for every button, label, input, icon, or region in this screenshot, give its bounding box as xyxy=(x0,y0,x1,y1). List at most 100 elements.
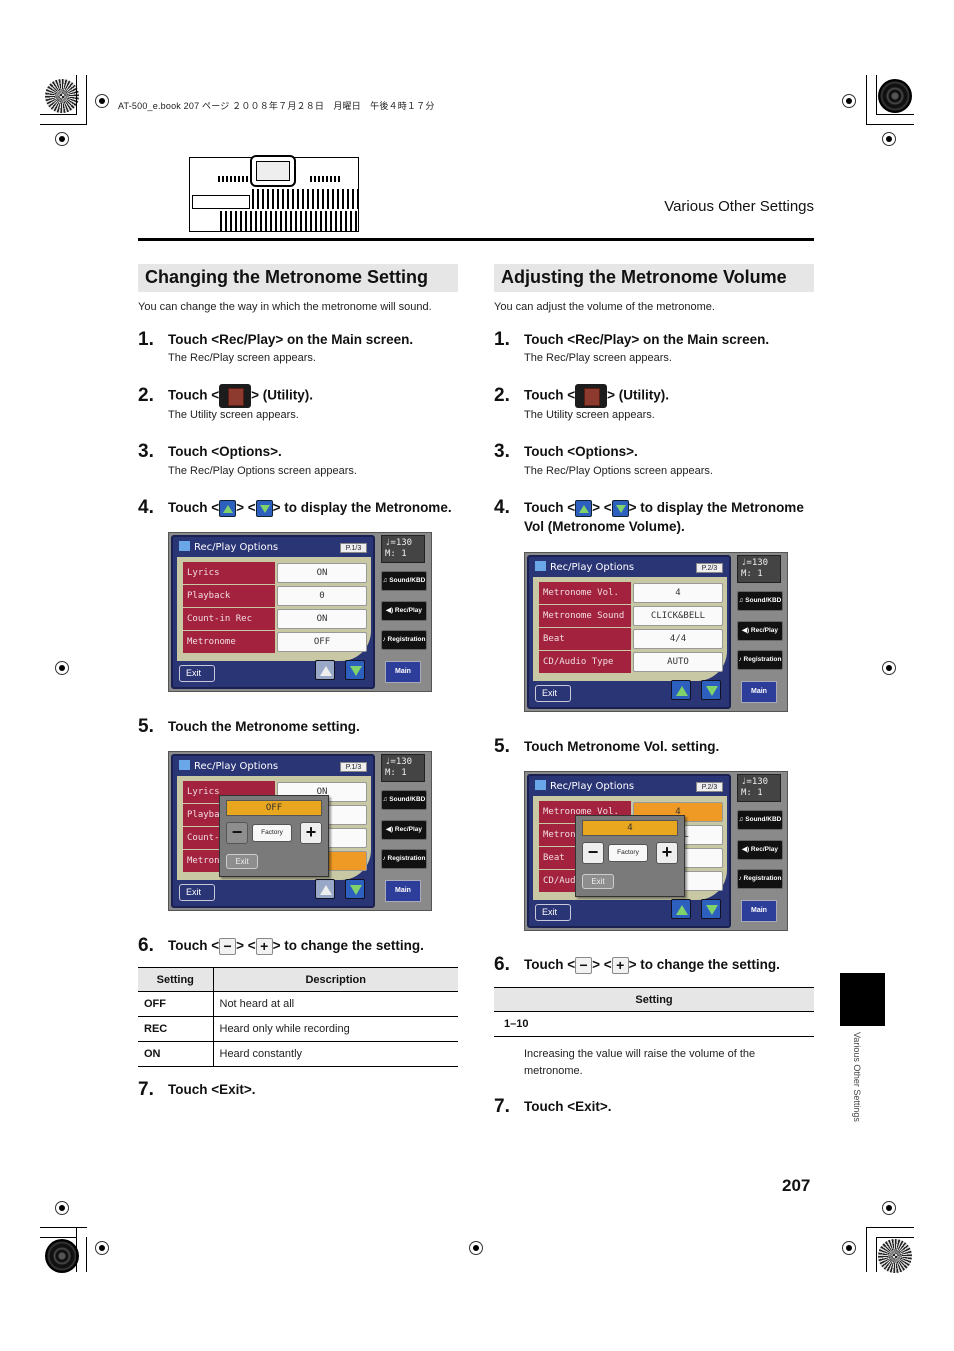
exit-button[interactable]: Exit xyxy=(535,685,571,702)
left-step-7: 7. Touch <Exit>. xyxy=(138,1079,256,1100)
right-step-5: 5. Touch Metronome Vol. setting. xyxy=(494,736,720,757)
popup-exit-button[interactable]: Exit xyxy=(582,874,614,889)
registration-mark-icon xyxy=(882,1201,896,1215)
right-step-6: 6. Touch < − > < + > to change the setting. xyxy=(494,954,780,975)
crop-mark xyxy=(866,124,914,125)
left-step-4: 4. Touch < > < > to display the Metronome. xyxy=(138,497,452,518)
registration-target-icon xyxy=(878,1239,912,1273)
page-up-button[interactable] xyxy=(671,899,691,919)
plus-icon: + xyxy=(255,937,273,955)
registration-button[interactable]: ♪ Registration xyxy=(381,630,427,650)
sound-kbd-button[interactable]: ♫ Sound/KBD xyxy=(737,591,783,611)
main-button[interactable]: Main xyxy=(741,900,777,922)
crop-mark xyxy=(876,114,914,115)
down-arrow-icon xyxy=(611,499,629,517)
sound-kbd-button[interactable]: ♫ Sound/KBD xyxy=(737,810,783,830)
registration-button[interactable]: ♪ Registration xyxy=(381,849,427,869)
plus-icon: + xyxy=(611,956,629,974)
crop-mark xyxy=(76,1227,77,1272)
page-down-button[interactable] xyxy=(701,899,721,919)
rec-play-button[interactable]: ◀) Rec/Play xyxy=(381,601,427,621)
rec-play-button[interactable]: ◀) Rec/Play xyxy=(737,621,783,641)
main-button[interactable]: Main xyxy=(385,661,421,683)
registration-target-icon xyxy=(45,79,79,113)
exit-button[interactable]: Exit xyxy=(179,884,215,901)
crop-mark xyxy=(876,75,877,115)
registration-mark-icon xyxy=(55,661,69,675)
rec-play-button[interactable]: ◀) Rec/Play xyxy=(737,840,783,860)
right-step-4: 4. Touch < > < > to display the Metronome xyxy=(494,497,804,518)
metronome-icon xyxy=(535,561,546,571)
decrement-button[interactable]: − xyxy=(582,842,604,864)
option-row-playback-transpose: Playback Transpose0 xyxy=(183,585,371,623)
crop-mark xyxy=(86,75,87,125)
option-row-cd-audio-type: CD/Audio Type AUTO xyxy=(539,651,727,673)
crop-mark xyxy=(866,1227,914,1228)
page-up-button[interactable] xyxy=(671,680,691,700)
screen-rec-play-options-p2: Rec/Play Options P.2/3 Metronome Vol. 4 M… xyxy=(524,552,788,712)
exit-button[interactable]: Exit xyxy=(535,904,571,921)
popup-value: OFF xyxy=(226,800,322,816)
chapter-tab xyxy=(840,973,885,1026)
crop-mark xyxy=(40,1227,87,1228)
option-row-metronome-vol: Metronome Vol. 4 xyxy=(539,582,727,604)
registration-target-icon xyxy=(45,1239,79,1273)
left-step-3-result: The Rec/Play Options screen appears. xyxy=(168,465,357,477)
increment-button[interactable]: + xyxy=(656,842,678,864)
page-number: 207 xyxy=(782,1176,811,1195)
factory-button[interactable]: Factory xyxy=(252,824,292,842)
right-step-3: 3. Touch <Options>. xyxy=(494,441,638,462)
main-button[interactable]: Main xyxy=(385,880,421,902)
up-arrow-icon xyxy=(575,499,593,517)
registration-button[interactable]: ♪ Registration xyxy=(737,650,783,670)
page-down-button[interactable] xyxy=(345,879,365,899)
crop-mark xyxy=(866,75,867,125)
side-tab-label: Various Other Settings xyxy=(852,1032,862,1122)
minus-icon: − xyxy=(219,937,237,955)
down-arrow-icon xyxy=(255,499,273,517)
page-up-button[interactable] xyxy=(315,879,335,899)
crop-mark xyxy=(40,1237,77,1238)
right-intro: You can adjust the volume of the metrono… xyxy=(494,301,715,313)
page-down-button[interactable] xyxy=(345,660,365,680)
exit-button[interactable]: Exit xyxy=(179,665,215,682)
left-step-2-result: The Utility screen appears. xyxy=(168,409,299,421)
registration-mark-icon xyxy=(469,1241,483,1255)
registration-mark-icon xyxy=(842,1241,856,1255)
registration-mark-icon xyxy=(55,1201,69,1215)
rec-play-button[interactable]: ◀) Rec/Play xyxy=(381,820,427,840)
left-intro: You can change the way in which the metr… xyxy=(138,301,432,313)
option-row-metronome-sound: Metronome Sound CLICK&BELL xyxy=(539,605,727,627)
minus-icon: − xyxy=(575,956,593,974)
registration-mark-icon xyxy=(842,94,856,108)
left-section-title: Changing the Metronome Setting xyxy=(138,264,458,292)
page-up-button[interactable] xyxy=(315,660,335,680)
increment-button[interactable]: + xyxy=(300,822,322,844)
main-button[interactable]: Main xyxy=(741,681,777,703)
registration-target-icon xyxy=(878,79,912,113)
right-step-1: 1. Touch <Rec/Play> on the Main screen. xyxy=(494,329,770,350)
screen-rec-play-options-p1: Rec/Play Options P.1/3 Lyrics ON Playback… xyxy=(168,532,432,692)
right-section-title: Adjusting the Metronome Volume xyxy=(494,264,814,292)
decrement-button[interactable]: − xyxy=(226,822,248,844)
crop-mark xyxy=(40,114,77,115)
factory-button[interactable]: Factory xyxy=(608,844,648,862)
sound-kbd-button[interactable]: ♫ Sound/KBD xyxy=(381,571,427,591)
screen-metronome-vol-popup: Rec/Play Options P.2/3 Metronome Vol. 4 M… xyxy=(524,771,788,931)
utility-icon xyxy=(575,384,608,408)
right-step-4-line2: Vol (Metronome Volume). xyxy=(524,519,685,534)
header-rule xyxy=(138,238,814,241)
sound-kbd-button[interactable]: ♫ Sound/KBD xyxy=(381,790,427,810)
left-step-5: 5. Touch the Metronome setting. xyxy=(138,716,360,737)
left-step-3: 3. Touch <Options>. xyxy=(138,441,282,462)
left-step-6: 6. Touch < − > < + > to change the setting. xyxy=(138,935,424,956)
right-step-2: 2. Touch < > (Utility). xyxy=(494,384,669,408)
popup-exit-button[interactable]: Exit xyxy=(226,854,258,869)
value-popup: OFF − Factory + Exit xyxy=(219,795,329,877)
table-row: REC Heard only while recording xyxy=(138,1016,458,1042)
registration-button[interactable]: ♪ Registration xyxy=(737,869,783,889)
left-step-1: 1. Touch <Rec/Play> on the Main screen. xyxy=(138,329,414,350)
crop-mark xyxy=(876,1237,914,1238)
page-down-button[interactable] xyxy=(701,680,721,700)
table-row: ON Heard constantly xyxy=(138,1041,458,1067)
